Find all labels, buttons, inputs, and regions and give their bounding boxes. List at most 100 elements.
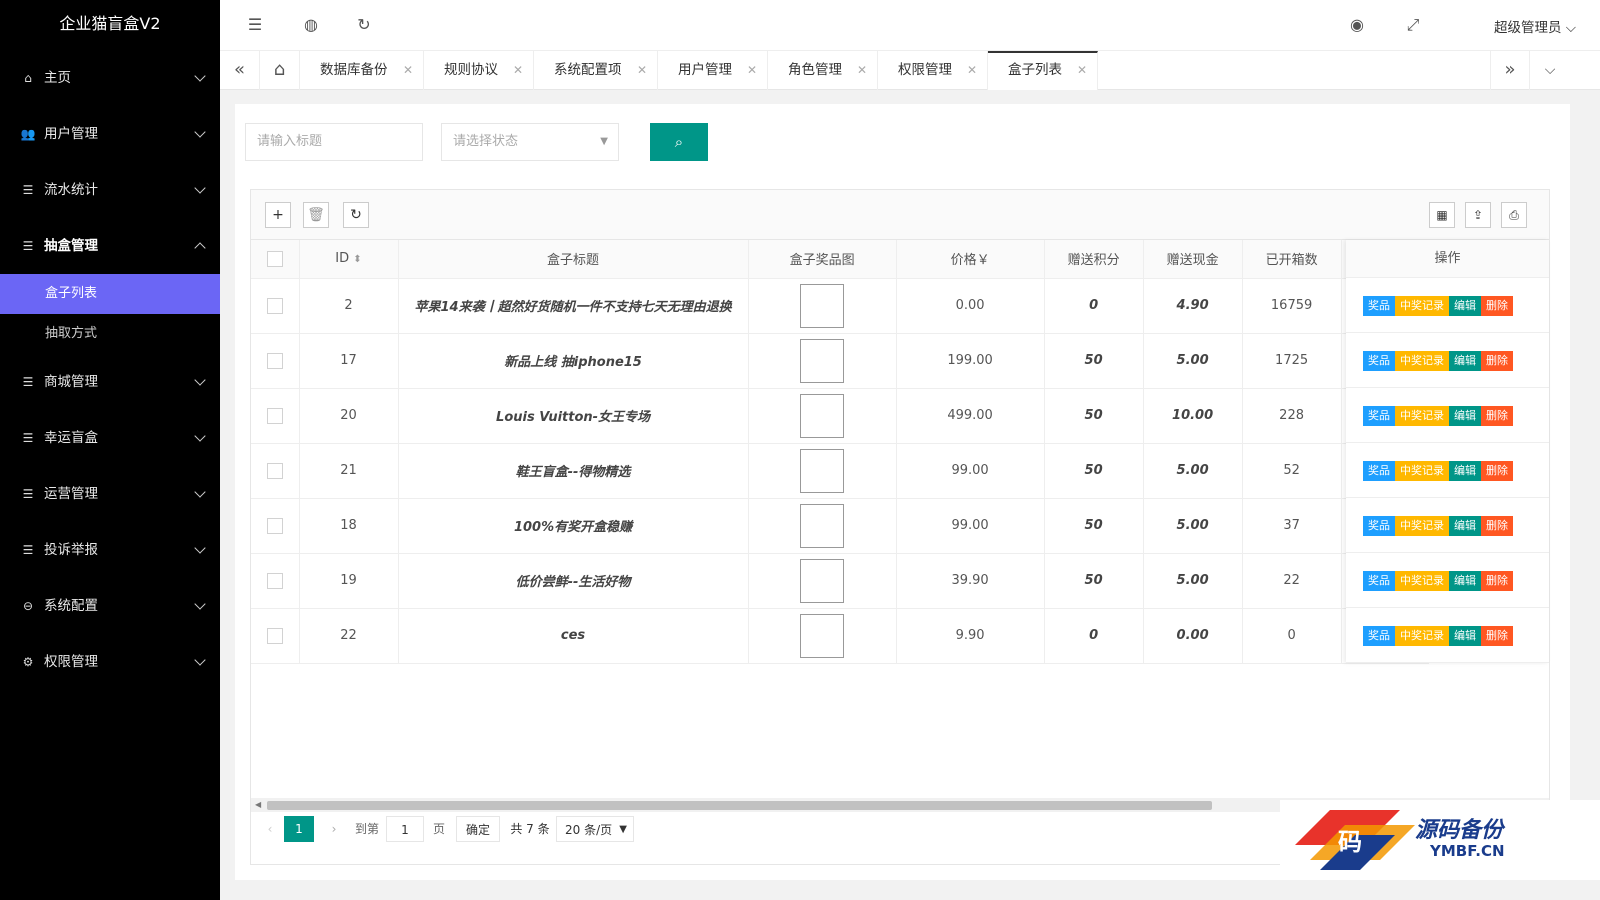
- sidebar-item-0[interactable]: ⌂ 主页: [0, 50, 220, 106]
- edit-button[interactable]: 编辑: [1449, 351, 1481, 371]
- actions-header: 操作: [1346, 240, 1549, 278]
- edit-button[interactable]: 编辑: [1449, 296, 1481, 316]
- edit-button[interactable]: 编辑: [1449, 571, 1481, 591]
- add-icon[interactable]: +: [265, 202, 291, 228]
- export-icon[interactable]: ⇪: [1465, 202, 1491, 228]
- user-menu[interactable]: 超级管理员 ⌵: [1494, 16, 1576, 36]
- edit-button[interactable]: 编辑: [1449, 461, 1481, 481]
- tabs-scroll-left-icon[interactable]: «: [220, 51, 260, 90]
- prev-page-icon[interactable]: ‹: [262, 816, 278, 842]
- page-1-button[interactable]: 1: [284, 816, 314, 842]
- page-number-input[interactable]: 1: [386, 816, 424, 842]
- win-records-button[interactable]: 中奖记录: [1395, 406, 1449, 426]
- column-header: 赠送现金: [1143, 240, 1243, 279]
- sidebar-item-2[interactable]: ☰ 流水统计: [0, 162, 220, 218]
- row-checkbox[interactable]: [266, 297, 283, 314]
- status-select[interactable]: 请选择状态 ▼: [441, 123, 619, 161]
- row-checkbox[interactable]: [266, 627, 283, 644]
- sidebar-item-1[interactable]: 👥 用户管理: [0, 106, 220, 162]
- win-records-button[interactable]: 中奖记录: [1395, 296, 1449, 316]
- row-checkbox[interactable]: [266, 517, 283, 534]
- edit-button[interactable]: 编辑: [1449, 406, 1481, 426]
- delete-button[interactable]: 删除: [1481, 406, 1513, 426]
- sort-icon[interactable]: ⬍: [353, 254, 361, 265]
- sidebar-subitem-0[interactable]: 盒子列表: [0, 274, 220, 314]
- sidebar-item-8[interactable]: ⊖ 系统配置: [0, 578, 220, 634]
- prize-button[interactable]: 奖品: [1363, 516, 1395, 536]
- prize-button[interactable]: 奖品: [1363, 626, 1395, 646]
- home-tab-icon[interactable]: ⌂: [260, 51, 300, 90]
- theme-palette-icon[interactable]: ◉: [1346, 14, 1368, 36]
- sidebar-item-6[interactable]: ☰ 运营管理: [0, 466, 220, 522]
- reload-icon[interactable]: ↻: [343, 202, 369, 228]
- tabs-menu-chevron-icon[interactable]: ⌵: [1530, 51, 1570, 90]
- scrollbar-thumb[interactable]: [267, 801, 1212, 810]
- app-title: 企业猫盲盒V2: [59, 14, 161, 33]
- column-header[interactable]: ID ⬍: [299, 240, 399, 279]
- sidebar-item-5[interactable]: ☰ 幸运盲盒: [0, 410, 220, 466]
- cell-cash: 4.90: [1143, 278, 1243, 334]
- cell-image: [748, 333, 897, 389]
- page-size-select[interactable]: 20 条/页 ▼: [556, 816, 634, 842]
- close-icon[interactable]: ✕: [967, 51, 977, 89]
- select-all-checkbox[interactable]: [266, 250, 283, 267]
- row-select-cell: [251, 498, 300, 554]
- delete-button[interactable]: 删除: [1481, 351, 1513, 371]
- cell-title: 鞋王盲盒--得物精选: [398, 443, 749, 499]
- close-icon[interactable]: ✕: [637, 51, 647, 89]
- edit-button[interactable]: 编辑: [1449, 626, 1481, 646]
- row-checkbox[interactable]: [266, 462, 283, 479]
- prize-button[interactable]: 奖品: [1363, 296, 1395, 316]
- title-search-input[interactable]: 请输入标题: [245, 123, 423, 161]
- fullscreen-icon[interactable]: ⤢: [1402, 14, 1424, 36]
- prize-button[interactable]: 奖品: [1363, 406, 1395, 426]
- tab-1[interactable]: 规则协议 ✕: [424, 51, 534, 90]
- row-checkbox[interactable]: [266, 352, 283, 369]
- search-button[interactable]: ⌕: [650, 123, 708, 161]
- prize-button[interactable]: 奖品: [1363, 571, 1395, 591]
- delete-button[interactable]: 删除: [1481, 571, 1513, 591]
- close-icon[interactable]: ✕: [857, 51, 867, 89]
- sidebar-item-9[interactable]: ⚙ 权限管理: [0, 634, 220, 690]
- sidebar-item-3[interactable]: ☰ 抽盒管理: [0, 218, 220, 274]
- sidebar-item-4[interactable]: ☰ 商城管理: [0, 354, 220, 410]
- tabs-scroll-right-icon[interactable]: »: [1490, 51, 1530, 90]
- refresh-icon[interactable]: ↻: [353, 14, 375, 36]
- delete-icon[interactable]: 🗑: [303, 202, 329, 228]
- close-icon[interactable]: ✕: [513, 51, 523, 89]
- win-records-button[interactable]: 中奖记录: [1395, 571, 1449, 591]
- tab-2[interactable]: 系统配置项 ✕: [534, 51, 658, 90]
- edit-button[interactable]: 编辑: [1449, 516, 1481, 536]
- tab-4[interactable]: 角色管理 ✕: [768, 51, 878, 90]
- delete-button[interactable]: 删除: [1481, 296, 1513, 316]
- prize-button[interactable]: 奖品: [1363, 351, 1395, 371]
- menu-toggle-icon[interactable]: ☰: [244, 14, 266, 36]
- row-checkbox[interactable]: [266, 407, 283, 424]
- tab-5[interactable]: 权限管理 ✕: [878, 51, 988, 90]
- sidebar-item-7[interactable]: ☰ 投诉举报: [0, 522, 220, 578]
- next-page-icon[interactable]: ›: [326, 816, 342, 842]
- close-icon[interactable]: ✕: [1077, 53, 1087, 87]
- row-checkbox[interactable]: [266, 572, 283, 589]
- cell-cash: 5.00: [1143, 498, 1243, 554]
- prize-button[interactable]: 奖品: [1363, 461, 1395, 481]
- scroll-left-icon[interactable]: ◀: [255, 798, 261, 812]
- close-icon[interactable]: ✕: [747, 51, 757, 89]
- print-icon[interactable]: ⎙: [1501, 202, 1527, 228]
- delete-button[interactable]: 删除: [1481, 626, 1513, 646]
- globe-icon[interactable]: ◍: [300, 14, 322, 36]
- confirm-page-button[interactable]: 确定: [456, 816, 500, 842]
- tab-6[interactable]: 盒子列表 ✕: [988, 51, 1098, 90]
- sidebar-subitem-1[interactable]: 抽取方式: [0, 314, 220, 354]
- win-records-button[interactable]: 中奖记录: [1395, 461, 1449, 481]
- delete-button[interactable]: 删除: [1481, 461, 1513, 481]
- columns-icon[interactable]: ▦: [1429, 202, 1455, 228]
- tab-3[interactable]: 用户管理 ✕: [658, 51, 768, 90]
- win-records-button[interactable]: 中奖记录: [1395, 351, 1449, 371]
- cell-points: 50: [1044, 333, 1144, 389]
- delete-button[interactable]: 删除: [1481, 516, 1513, 536]
- close-icon[interactable]: ✕: [403, 51, 413, 89]
- tab-0[interactable]: 数据库备份 ✕: [300, 51, 424, 90]
- win-records-button[interactable]: 中奖记录: [1395, 516, 1449, 536]
- win-records-button[interactable]: 中奖记录: [1395, 626, 1449, 646]
